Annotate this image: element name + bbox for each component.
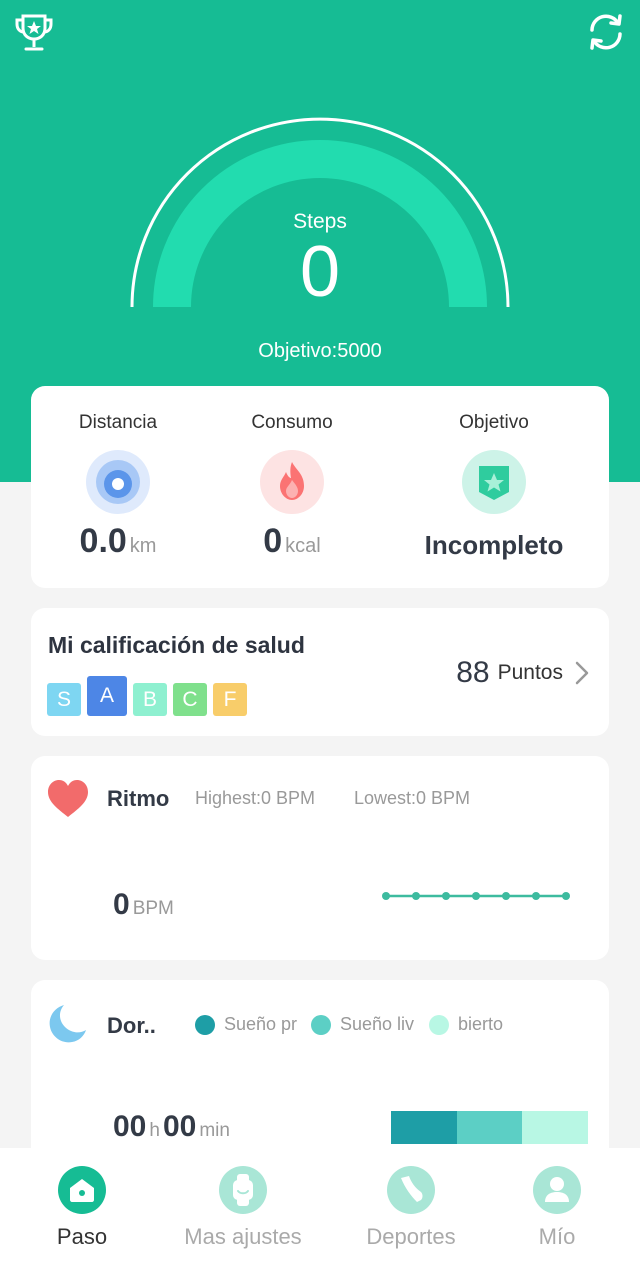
nav-mio[interactable]: Mío [477,1148,637,1264]
legend-deep-sleep: Sueño pr [195,1014,302,1035]
consumption-value: 0 [263,522,283,560]
heart-rate-card[interactable]: Ritmo Highest:0 BPM Lowest:0 BPM 0 BPM [31,756,609,960]
sleep-title: Dor.. [107,1013,156,1038]
points-value: 88 [456,656,490,689]
sync-icon[interactable] [584,10,628,54]
location-pin-icon [86,450,150,514]
nav-label: Mío [538,1224,576,1249]
consumption-unit: kcal [285,535,321,557]
nav-deportes[interactable]: Deportes [331,1148,491,1264]
heart-lowest: Lowest:0 BPM [354,788,471,808]
steps-label: Steps [293,210,347,233]
heart-rate-line [382,892,570,900]
grade-b: B [133,683,167,716]
distance-value: 0.0 [79,522,127,560]
goal-value: Incompleto [424,530,564,560]
sleep-bar [391,1111,589,1144]
sleep-minutes-unit: min [199,1120,230,1141]
heart-highest: Highest:0 BPM [195,788,316,808]
moon-icon [49,1005,86,1043]
legend-label: bierto [458,1014,504,1034]
heart-title: Ritmo [107,786,170,811]
sleep-bar-light [456,1111,523,1144]
consumption-value-row: 0 kcal [197,522,387,561]
user-icon [533,1166,581,1214]
flame-icon [260,450,324,514]
legend-dot [195,1014,215,1035]
legend-dot [311,1014,331,1035]
nav-paso[interactable]: Paso [2,1148,162,1264]
nav-label: Deportes [366,1224,456,1249]
legend-awake: bierto [429,1014,529,1035]
nav-mas-ajustes[interactable]: Mas ajustes [163,1148,323,1264]
grade-a: A [87,676,127,716]
sleep-hours-unit: h [149,1120,160,1141]
steps-goal: Objetivo:5000 [258,340,382,362]
heart-value: 0 [113,888,130,921]
heart-unit: BPM [132,898,174,919]
star-badge-icon [462,450,526,514]
goal-label: Objetivo [459,412,529,433]
daily-stats-card[interactable]: Distancia 0.0km Consumo 0kcal Objetivo [31,386,609,588]
legend-label: Sueño pr [224,1014,298,1034]
distance-value-row: 0.0 km [23,522,213,561]
chevron-right-icon [575,661,589,685]
health-rating-card[interactable]: Mi calificación de salud S A B C F 88 Pu… [31,608,609,736]
sleep-bar-deep [391,1111,457,1144]
legend-dot [429,1014,449,1035]
sleep-bar-awake [522,1111,589,1144]
grade-f: F [213,683,247,716]
grade-s: S [47,683,81,716]
bottom-nav: Paso Mas ajustes Deportes Mío [0,1148,640,1264]
heart-value-row: 0 BPM [113,888,177,922]
consumption-label: Consumo [251,412,333,433]
heart-icon [48,780,88,817]
health-points[interactable]: 88 Puntos [456,656,589,690]
home-icon [58,1166,106,1214]
points-label: Puntos [497,661,563,684]
nav-label: Mas ajustes [184,1224,302,1249]
health-grades: S A B C F [47,676,253,716]
distance-label: Distancia [78,412,158,433]
watch-icon [219,1166,267,1214]
health-title: Mi calificación de salud [48,632,305,658]
shoe-icon [387,1166,435,1214]
steps-value: 0 [299,232,341,312]
nav-label: Paso [56,1224,108,1249]
sleep-duration: 00 h 00 min [113,1110,233,1144]
sleep-minutes: 00 [162,1110,197,1143]
distance-unit: km [129,535,157,557]
legend-label: Sueño liv [340,1014,415,1034]
trophy-icon[interactable] [12,10,56,54]
legend-light-sleep: Sueño liv [311,1014,422,1035]
sleep-hours: 00 [113,1110,147,1143]
grade-c: C [173,683,207,716]
